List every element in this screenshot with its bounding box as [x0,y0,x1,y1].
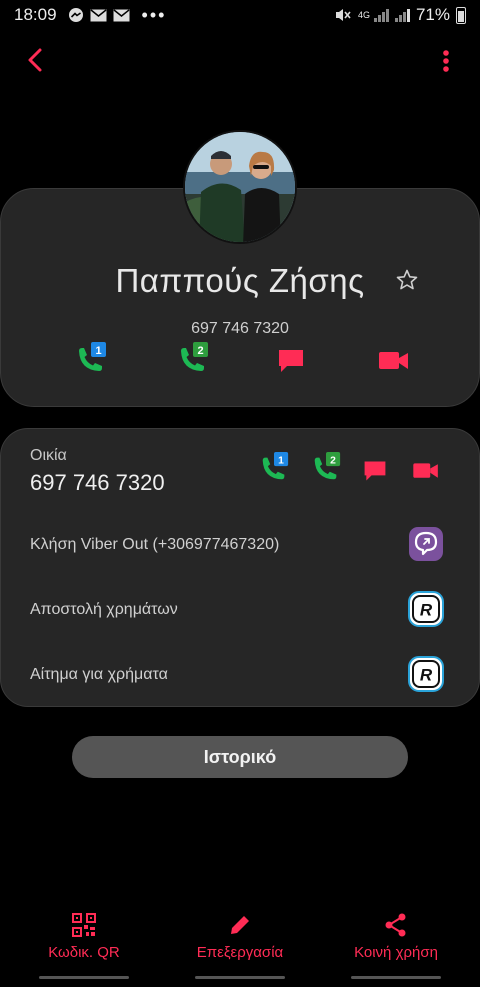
request-money-label[interactable]: Αίτημα για χρήματα [30,666,168,684]
message-icon [279,350,303,372]
gmail-icon [113,7,131,23]
status-bar: 18:09 ••• 4G 71% [0,0,480,30]
svg-text:R: R [420,666,433,685]
favorite-star-icon[interactable] [395,268,419,292]
home-message-button[interactable] [362,458,388,484]
home-video-call-button[interactable] [412,460,440,482]
home-phone-number[interactable]: 697 746 7320 [30,470,165,496]
video-camera-icon [379,352,408,369]
more-notifications-icon: ••• [141,5,167,25]
signal-icon [394,8,410,22]
nav-indicator [351,976,441,979]
video-call-button[interactable] [378,348,412,382]
contact-phone: 697 746 7320 [191,320,289,337]
battery-percent: 71% [415,5,450,24]
back-icon[interactable] [22,46,50,74]
svg-text:R: R [420,601,433,620]
sim1-badge-label: 1 [95,345,101,357]
messenger-icon [67,7,85,23]
message-button[interactable] [276,346,310,380]
sim2-badge-label: 2 [197,345,203,357]
edit-button[interactable]: Επεξεργασία [170,912,310,961]
gmail-icon [90,7,108,23]
pencil-icon [231,916,249,934]
status-time: 18:09 [14,5,57,24]
qr-code-label: Κωδικ. QR [48,944,120,961]
battery-icon [456,6,466,24]
call-sim2-button[interactable]: 2 [176,342,210,376]
viber-icon[interactable] [408,526,444,562]
nav-indicator [195,976,285,979]
phone-type-label: Οικία [30,447,67,464]
revolut-icon[interactable]: R [408,591,444,627]
sim1-badge-label: 1 [278,455,284,466]
qr-code-icon [72,913,96,937]
send-money-label[interactable]: Αποστολή χρημάτων [30,601,178,619]
history-button[interactable]: Ιστορικό [72,736,408,778]
contact-avatar[interactable] [183,130,297,244]
revolut-icon[interactable]: R [408,656,444,692]
signal-icon [373,8,389,22]
sim2-badge-label: 2 [330,455,336,466]
qr-code-button[interactable]: Κωδικ. QR [14,912,154,961]
home-call-sim1-button[interactable]: 1 [258,452,290,484]
status-right: 4G 71% [334,0,466,30]
edit-label: Επεξεργασία [196,944,284,961]
home-call-sim2-button[interactable]: 2 [310,452,342,484]
video-camera-icon [413,463,438,478]
nav-indicator [39,976,129,979]
mute-icon [335,9,351,21]
share-icon [385,913,406,937]
viber-out-call-label[interactable]: Κλήση Viber Out (+306977467320) [30,536,279,554]
network-type: 4G [357,9,370,20]
more-options-icon[interactable] [442,50,450,72]
message-icon [364,461,386,481]
share-button[interactable]: Κοινή χρήση [326,912,466,961]
call-sim1-button[interactable]: 1 [74,342,108,376]
share-label: Κοινή χρήση [354,944,438,961]
